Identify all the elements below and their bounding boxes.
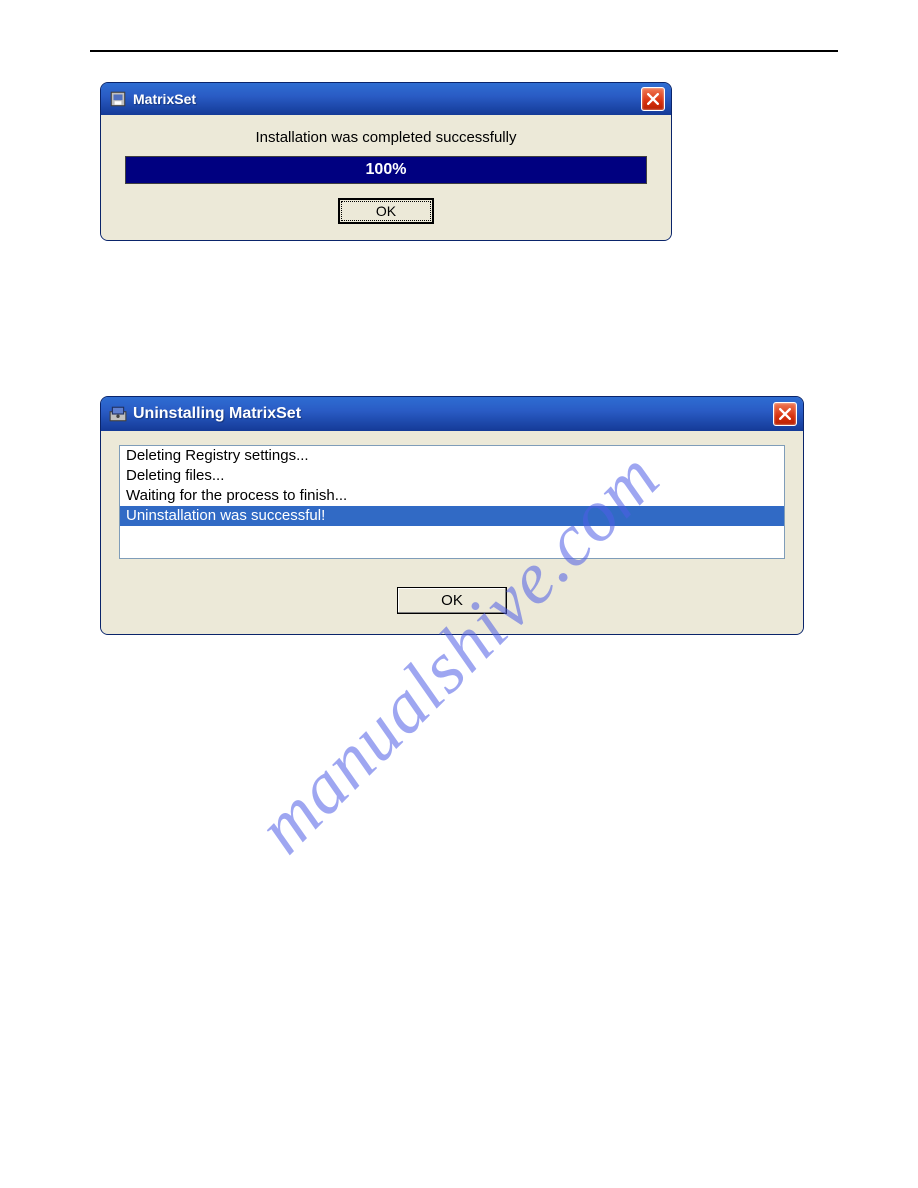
list-item[interactable]: Uninstallation was successful! <box>120 506 784 526</box>
close-icon[interactable] <box>773 402 797 426</box>
list-item[interactable]: Deleting Registry settings... <box>120 446 784 466</box>
uninstall-dialog: Uninstalling MatrixSet Deleting Registry… <box>100 396 804 635</box>
dialog2-title: Uninstalling MatrixSet <box>133 405 773 423</box>
dialog1-titlebar: MatrixSet <box>101 83 671 115</box>
ok-button[interactable]: OK <box>338 198 434 224</box>
dialog1-title: MatrixSet <box>133 91 641 107</box>
close-icon[interactable] <box>641 87 665 111</box>
progress-bar: 100% <box>125 156 647 184</box>
page-divider <box>90 50 838 52</box>
uninstaller-icon <box>109 405 127 423</box>
dialog2-body: Deleting Registry settings...Deleting fi… <box>101 431 803 634</box>
list-item[interactable]: Deleting files... <box>120 466 784 486</box>
uninstall-log-list[interactable]: Deleting Registry settings...Deleting fi… <box>119 445 785 559</box>
progress-percent: 100% <box>366 161 407 179</box>
install-status-text: Installation was completed successfully <box>121 129 651 146</box>
installer-icon <box>109 90 127 108</box>
dialog1-body: Installation was completed successfully … <box>101 115 671 240</box>
list-item[interactable]: Waiting for the process to finish... <box>120 486 784 506</box>
install-complete-dialog: MatrixSet Installation was completed suc… <box>100 82 672 241</box>
ok-button[interactable]: OK <box>397 587 507 614</box>
dialog2-titlebar: Uninstalling MatrixSet <box>101 397 803 431</box>
